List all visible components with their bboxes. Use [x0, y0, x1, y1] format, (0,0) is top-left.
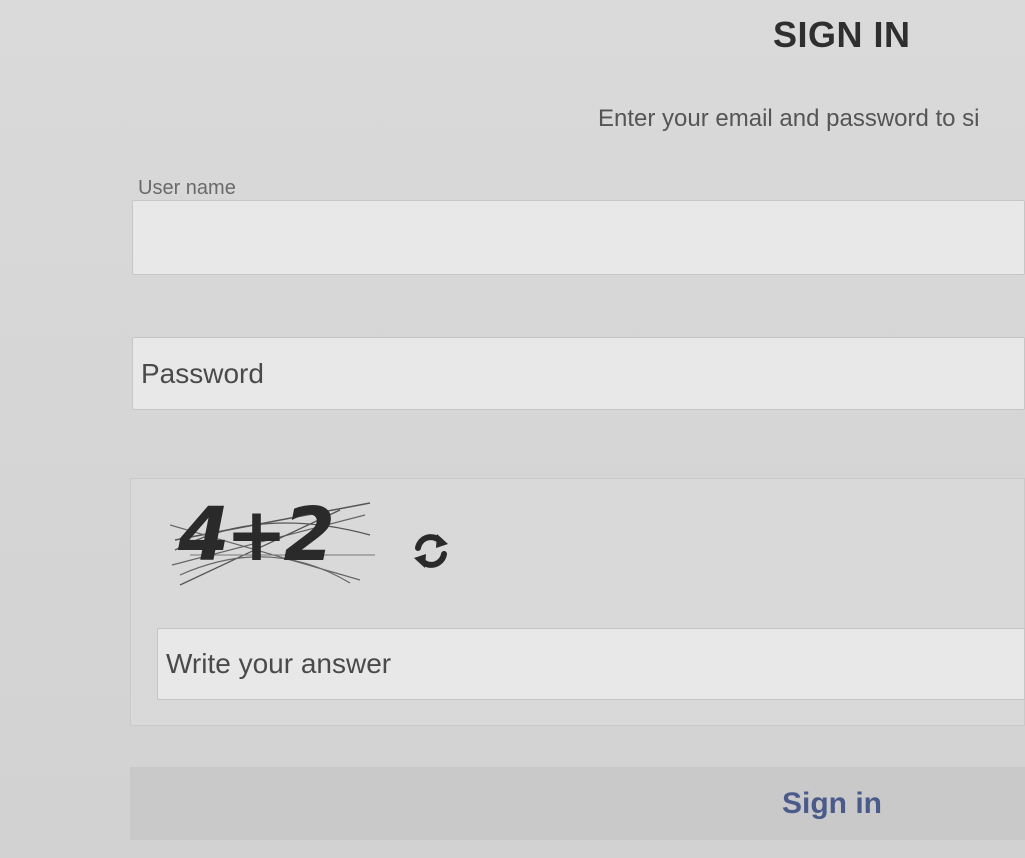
refresh-icon[interactable] — [408, 528, 454, 574]
username-input[interactable] — [132, 200, 1025, 275]
sign-in-button[interactable]: Sign in — [130, 767, 1025, 840]
password-input[interactable] — [132, 337, 1025, 410]
username-label: User name — [138, 177, 236, 199]
sign-in-page: SIGN IN Enter your email and password to… — [0, 0, 1025, 858]
page-title: SIGN IN — [773, 14, 911, 55]
page-subtitle: Enter your email and password to si — [598, 105, 980, 132]
captcha-answer-input[interactable] — [157, 628, 1025, 700]
captcha-challenge: 4+2 — [178, 492, 335, 578]
